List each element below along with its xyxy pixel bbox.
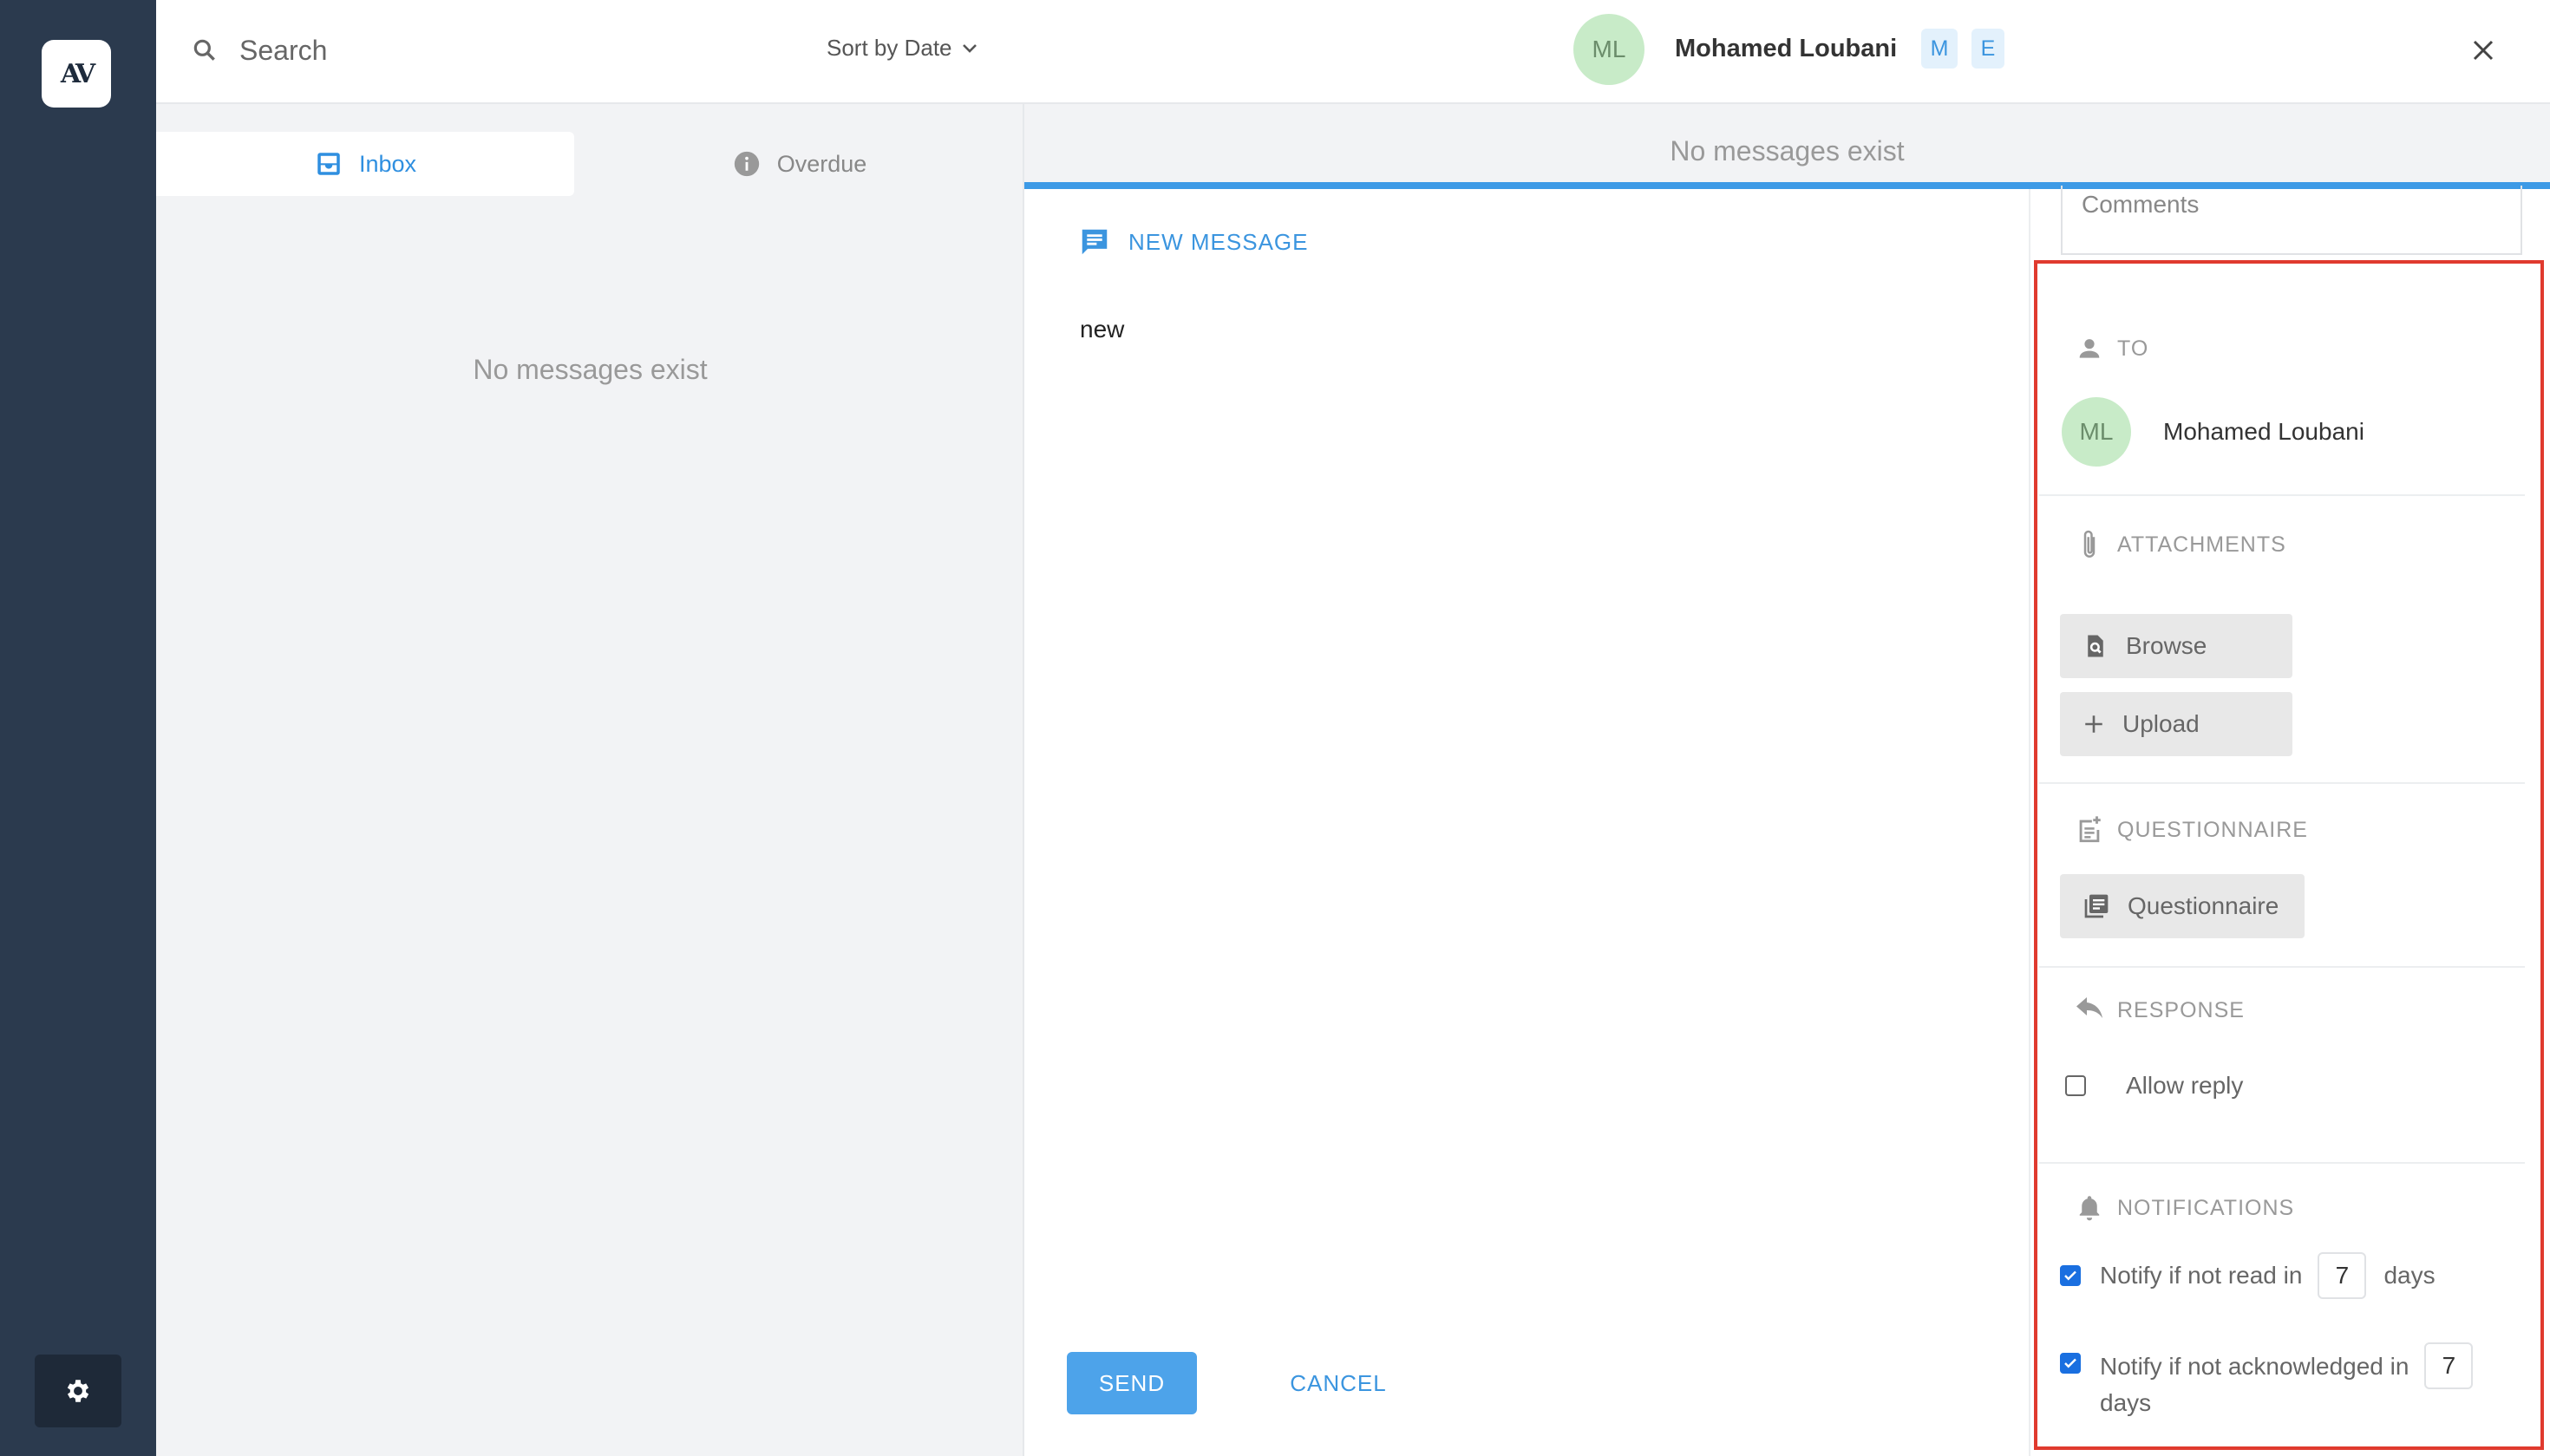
- check-icon: [2064, 1270, 2076, 1281]
- contact-chip-m[interactable]: M: [1921, 29, 1958, 69]
- browse-label: Browse: [2126, 632, 2207, 659]
- add-document-icon: [2079, 816, 2101, 843]
- notify-not-ack-text: Notify if not acknowledged in 7 days: [2100, 1342, 2474, 1417]
- file-search-icon: [2088, 635, 2103, 657]
- recipient-avatar: ML: [2062, 397, 2131, 467]
- new-message-label: NEW MESSAGE: [1128, 228, 1309, 255]
- tab-inbox-label: Inbox: [358, 150, 417, 177]
- notify-not-read-checkbox[interactable]: [2060, 1265, 2081, 1286]
- plus-icon: [2085, 715, 2102, 733]
- new-message-title: NEW MESSAGE: [1078, 225, 1308, 258]
- upload-label: Upload: [2122, 710, 2200, 737]
- notify-not-ack-label: Notify if not acknowledged in: [2100, 1353, 2409, 1380]
- recipient-name: Mohamed Loubani: [2163, 418, 2364, 445]
- allow-reply-row: Allow reply: [2065, 1072, 2243, 1100]
- attachments-heading: ATTACHMENTS: [2117, 532, 2286, 557]
- paperclip-icon: [2083, 530, 2096, 558]
- person-icon: [2079, 339, 2100, 358]
- conversation-header: ML Mohamed Loubani M E: [1024, 0, 2550, 104]
- thread-status-bar: No messages exist: [1024, 104, 2550, 189]
- info-icon: [734, 151, 759, 177]
- notify-not-read-label: Notify if not read in: [2100, 1262, 2303, 1289]
- not-ack-days-input[interactable]: 7: [2424, 1342, 2474, 1389]
- questionnaire-button[interactable]: Questionnaire: [2060, 874, 2305, 938]
- divider: [2039, 782, 2525, 784]
- settings-button[interactable]: [35, 1355, 121, 1427]
- tab-overdue[interactable]: Overdue: [574, 132, 1024, 196]
- divider: [2039, 966, 2525, 968]
- divider: [2039, 1162, 2525, 1164]
- allow-reply-checkbox[interactable]: [2065, 1075, 2086, 1096]
- search-bar: Sort by Date: [156, 0, 1024, 104]
- gear-icon: [67, 1380, 89, 1402]
- upload-button[interactable]: Upload: [2060, 692, 2292, 756]
- sort-label: Sort by Date: [827, 35, 952, 61]
- to-heading: TO: [2117, 336, 2149, 361]
- nav-rail: AV: [0, 0, 156, 1456]
- library-books-icon: [2084, 894, 2109, 918]
- not-read-days-input[interactable]: 7: [2318, 1252, 2367, 1299]
- not-ack-days-suffix: days: [2100, 1389, 2152, 1416]
- tab-overdue-label: Overdue: [776, 150, 867, 177]
- check-icon: [2064, 1358, 2076, 1368]
- questionnaire-label: Questionnaire: [2128, 892, 2279, 919]
- bell-icon: [2079, 1196, 2100, 1221]
- cancel-button[interactable]: CANCEL: [1260, 1352, 1416, 1414]
- response-heading: RESPONSE: [2117, 997, 2245, 1022]
- close-icon: [2473, 40, 2494, 61]
- message-list-panel: Sort by Date Inbox Overdue No messages e…: [156, 0, 1024, 1456]
- empty-thread-message: No messages exist: [1670, 135, 1905, 166]
- message-icon: [1082, 229, 1108, 255]
- contact-chip-e[interactable]: E: [1971, 29, 2004, 69]
- not-read-days-suffix: days: [2383, 1262, 2436, 1289]
- empty-list-message: No messages exist: [473, 354, 708, 385]
- questionnaire-section-heading: QUESTIONNAIRE: [2072, 815, 2308, 845]
- notifications-heading: NOTIFICATIONS: [2117, 1195, 2295, 1220]
- questionnaire-heading: QUESTIONNAIRE: [2117, 817, 2308, 842]
- close-button[interactable]: [2464, 31, 2502, 69]
- message-composer: NEW MESSAGE new SEND CANCEL: [1024, 189, 2030, 1456]
- message-body[interactable]: new: [1080, 316, 1124, 343]
- tab-bar: Inbox Overdue: [156, 132, 1024, 196]
- notify-not-ack-row: Notify if not acknowledged in 7 days: [2060, 1342, 2474, 1417]
- search-input[interactable]: [239, 24, 725, 76]
- divider: [2039, 494, 2525, 496]
- send-button[interactable]: SEND: [1067, 1352, 1197, 1414]
- sort-dropdown[interactable]: Sort by Date: [827, 35, 980, 62]
- app-logo[interactable]: AV: [42, 40, 111, 108]
- reply-icon: [2076, 997, 2102, 1018]
- response-section-heading: RESPONSE: [2072, 997, 2245, 1023]
- allow-reply-label: Allow reply: [2126, 1072, 2244, 1099]
- tab-inbox[interactable]: Inbox: [156, 132, 574, 196]
- logo-text: AV: [60, 58, 95, 89]
- notify-not-read-row: Notify if not read in 7 days: [2060, 1252, 2436, 1299]
- attachments-section-heading: ATTACHMENTS: [2072, 527, 2286, 562]
- message-options-panel: Comments TO ML Mohamed Loubani ATTACHMEN…: [2030, 186, 2550, 1456]
- inbox-icon: [317, 153, 340, 175]
- to-section-heading: TO: [2072, 335, 2148, 362]
- browse-button[interactable]: Browse: [2060, 614, 2292, 678]
- avatar: ML: [1573, 14, 1644, 85]
- search-icon: [193, 39, 215, 61]
- chevron-down-icon: [962, 43, 977, 53]
- comments-field[interactable]: Comments: [2061, 186, 2522, 255]
- notifications-section-heading: NOTIFICATIONS: [2072, 1193, 2294, 1223]
- recipient-name: Mohamed Loubani: [1675, 35, 1898, 62]
- notify-not-ack-checkbox[interactable]: [2060, 1353, 2081, 1374]
